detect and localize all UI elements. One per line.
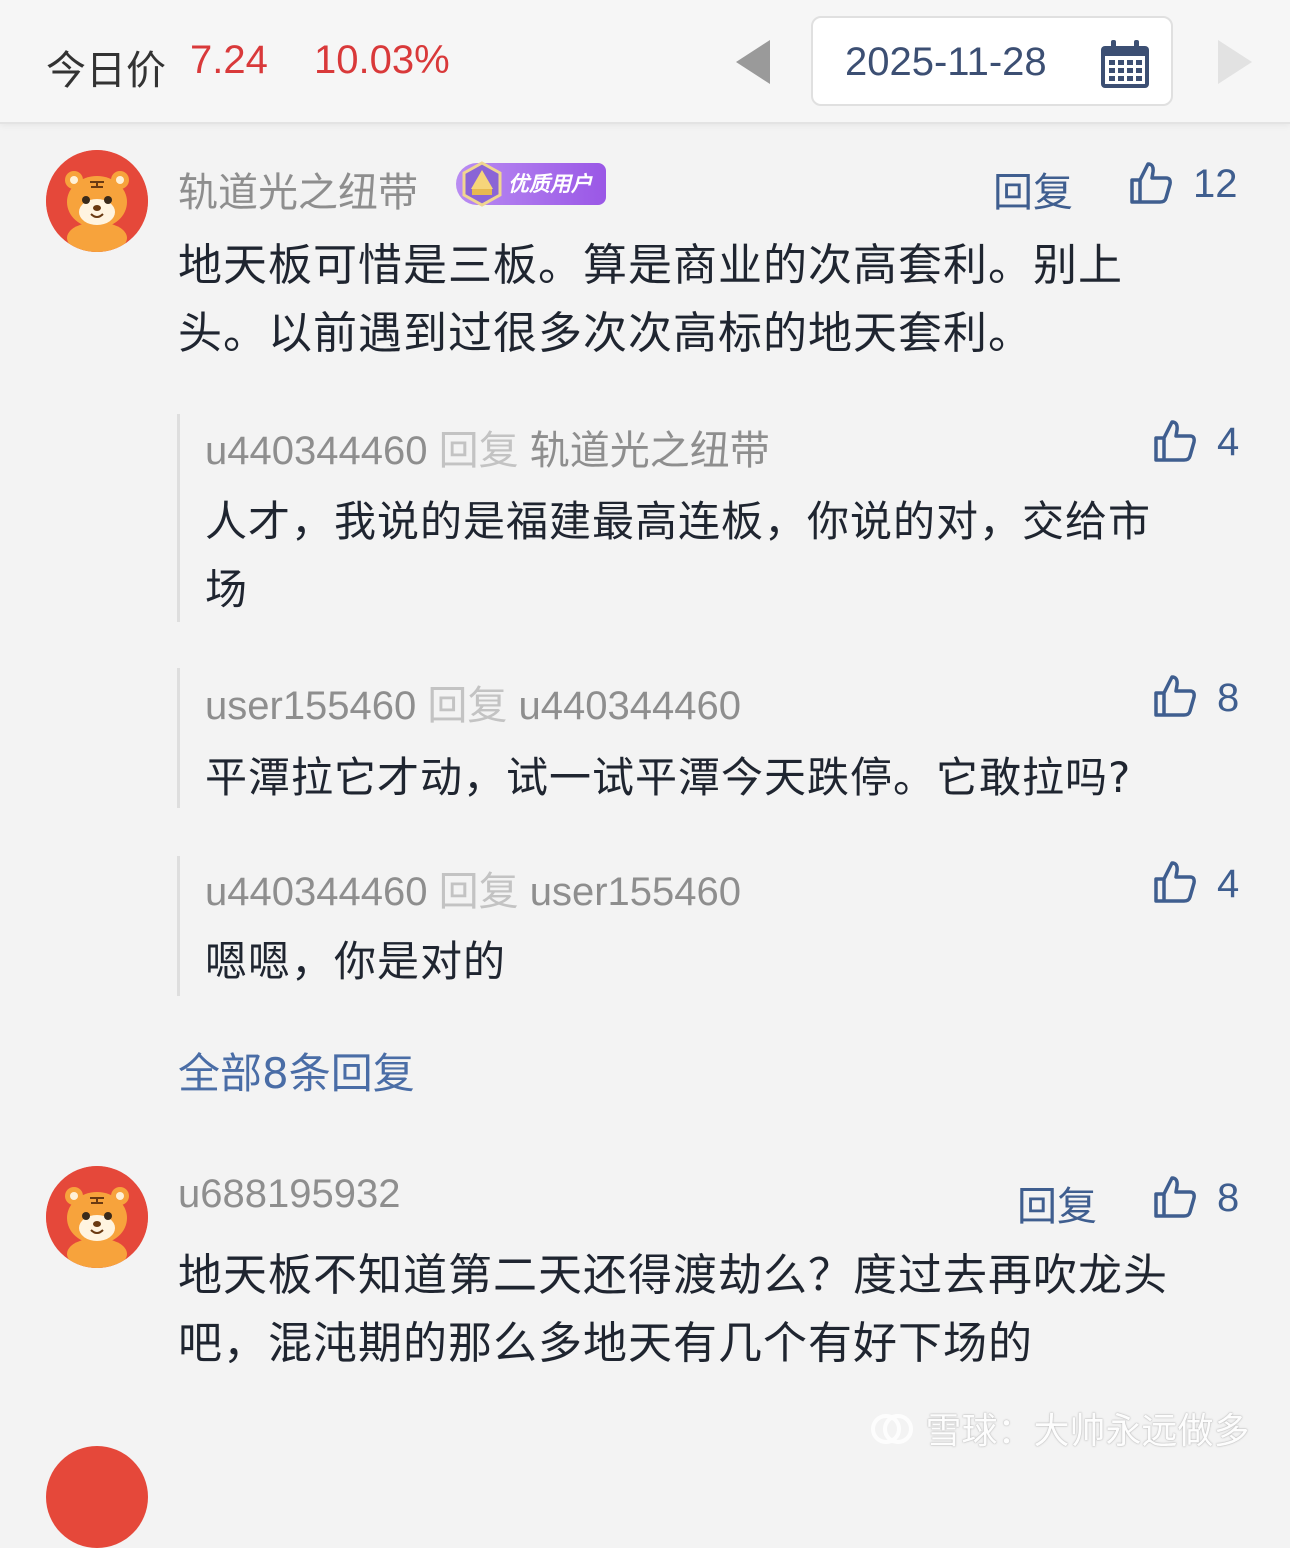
price-value: 7.24 [190, 38, 268, 82]
comment-text-line: 地天板不知道第二天还得渡劫么？度过去再吹龙头 [178, 1250, 1168, 1301]
reply-text: 人才，我说的是福建最高连板，你说的对，交给市 场 [205, 488, 1151, 624]
reply-text: 嗯嗯，你是对的 [205, 928, 506, 996]
reply-text-line: 嗯嗯，你是对的 [205, 937, 507, 986]
comment-username[interactable]: 轨道光之纽带 [178, 160, 418, 218]
reply-username[interactable]: u440344460 [205, 870, 427, 914]
reply-target-username[interactable]: u440344460 [519, 684, 741, 728]
watermark-text: 雪球：大帅永远做多 [925, 1411, 1250, 1452]
comment-text-line: 地天板可惜是三板。算是商业的次高套利。别上 [178, 240, 1123, 291]
reply-username[interactable]: user155460 [205, 684, 416, 728]
like-count: 8 [1217, 1176, 1240, 1220]
tiger-avatar-icon [46, 150, 148, 252]
comment-text-line: 头。以前遇到过很多次次高标的地天套利。 [178, 308, 1033, 359]
thumbs-up-icon[interactable] [1152, 418, 1198, 464]
snowball-logo-icon [871, 1414, 913, 1444]
thread-line [177, 856, 180, 996]
reply-target-username[interactable]: user155460 [530, 870, 741, 914]
date-text: 2025-11-28 [845, 40, 1047, 84]
reply-header: user155460 回复 u440344460 [205, 673, 741, 731]
avatar[interactable] [46, 1166, 148, 1268]
reply-header: u440344460 回复 user155460 [205, 859, 741, 917]
all-replies-link[interactable]: 全部8条回复 [178, 1040, 415, 1101]
badge-label: 优质用户 [508, 172, 592, 196]
watermark: 雪球：大帅永远做多 [870, 1402, 1249, 1454]
reply-text-line: 平潭拉它才动，试一试平潭今天跌停。它敢拉吗? [205, 753, 1132, 802]
thumbs-up-icon[interactable] [1152, 1174, 1198, 1220]
reply-button[interactable]: 回复 [993, 160, 1073, 218]
price-label: 今日价 [46, 48, 166, 94]
thread-line [177, 668, 180, 808]
like-count: 12 [1193, 162, 1238, 206]
quality-user-badge: 优质用户 [456, 161, 606, 207]
thumbs-up-icon[interactable] [1128, 160, 1174, 206]
thumbs-up-icon[interactable] [1152, 673, 1198, 719]
like-count: 4 [1217, 862, 1240, 906]
reply-text-line: 场 [205, 565, 249, 614]
reply-text-line: 人才，我说的是福建最高连板，你说的对，交给市 [205, 497, 1152, 546]
avatar[interactable] [46, 1446, 148, 1548]
price-header: 今日价 7.24 10.03% 2025-11-28 [0, 0, 1290, 124]
reply-username[interactable]: u440344460 [205, 429, 427, 473]
reply-button[interactable]: 回复 [1017, 1174, 1097, 1232]
thread-line [177, 414, 180, 622]
next-day-arrow-icon[interactable] [1218, 40, 1252, 84]
reply-keyword: 回复 [427, 683, 508, 729]
price-change: 10.03% [314, 38, 450, 82]
gem-badge-icon [462, 161, 502, 207]
reply-keyword: 回复 [438, 428, 519, 474]
reply-target-username[interactable]: 轨道光之纽带 [530, 428, 770, 474]
reply-text: 平潭拉它才动，试一试平潭今天跌停。它敢拉吗? [205, 744, 1131, 812]
comment-username[interactable]: u688195932 [178, 1172, 400, 1217]
comment-text-line: 吧，混沌期的那么多地天有几个有好下场的 [178, 1318, 1033, 1369]
tiger-avatar-icon [46, 1166, 148, 1268]
reply-keyword: 回复 [438, 869, 519, 915]
avatar[interactable] [46, 150, 148, 252]
thumbs-up-icon[interactable] [1152, 859, 1198, 905]
prev-day-arrow-icon[interactable] [736, 40, 770, 84]
like-count: 8 [1217, 676, 1240, 720]
comment-text: 地天板可惜是三板。算是商业的次高套利。别上 头。以前遇到过很多次次高标的地天套利… [178, 232, 1123, 368]
calendar-icon [1101, 40, 1149, 88]
date-picker[interactable]: 2025-11-28 [811, 16, 1173, 106]
comment-text: 地天板不知道第二天还得渡劫么？度过去再吹龙头 吧，混沌期的那么多地天有几个有好下… [178, 1242, 1168, 1378]
like-count: 4 [1217, 420, 1240, 464]
reply-header: u440344460 回复 轨道光之纽带 [205, 418, 770, 476]
